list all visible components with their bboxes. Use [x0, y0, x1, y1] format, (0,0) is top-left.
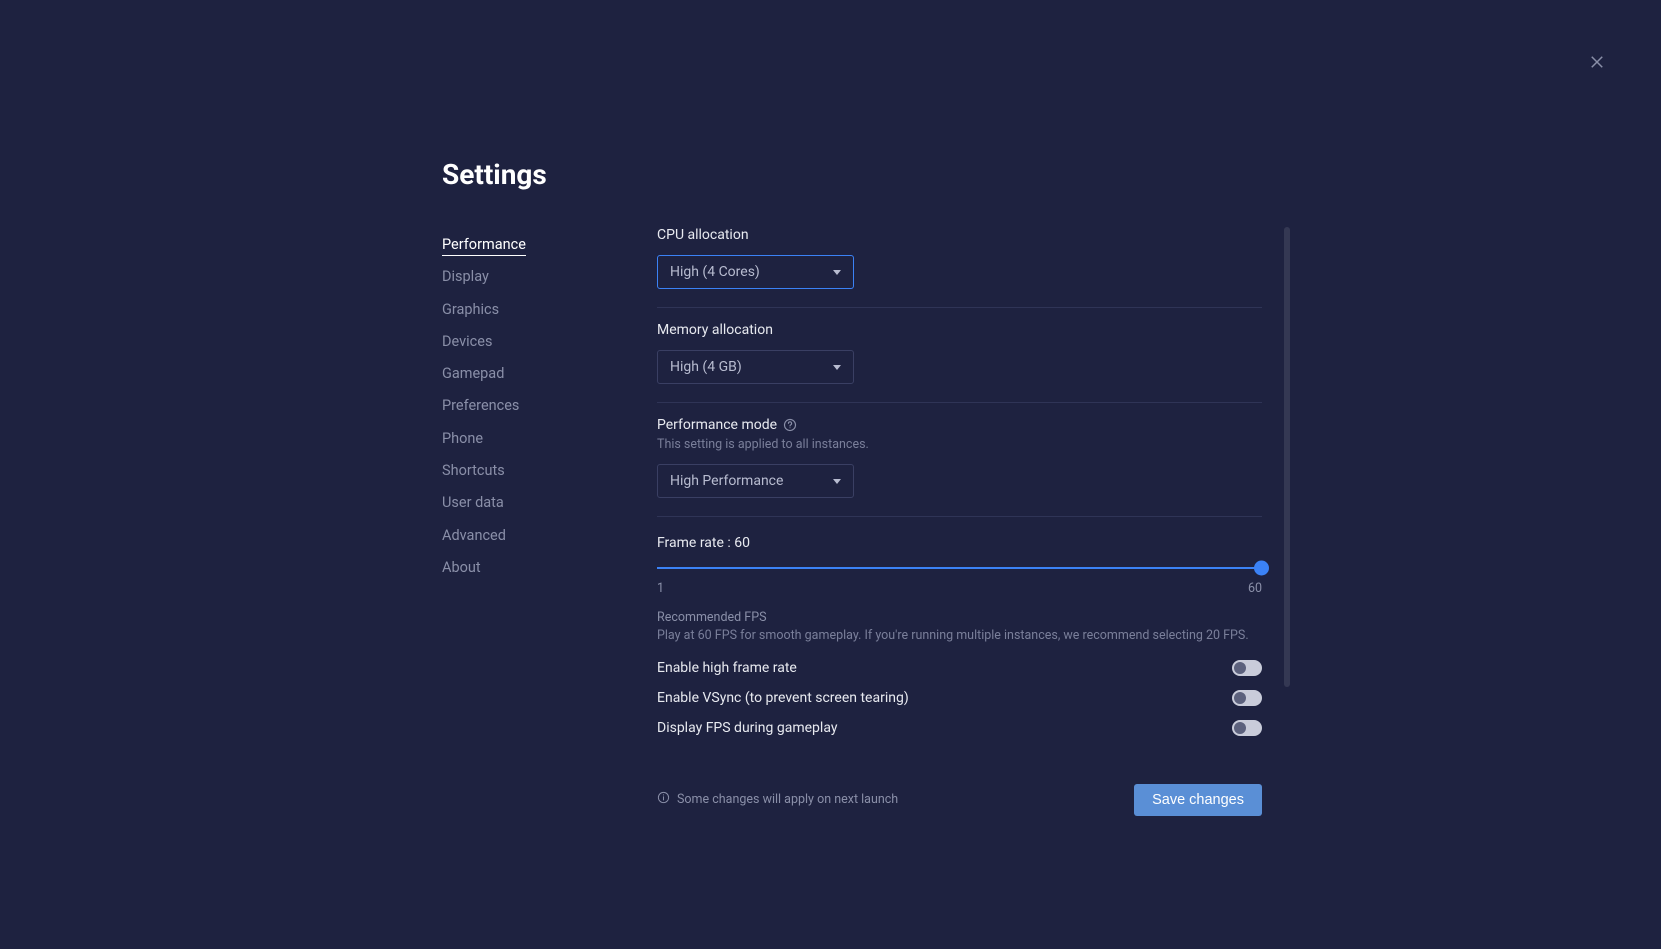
help-icon[interactable]: [783, 418, 797, 432]
cpu-allocation-section: CPU allocation High (4 Cores): [657, 227, 1262, 308]
frame-rate-label-prefix: Frame rate :: [657, 535, 734, 551]
frame-rate-slider[interactable]: [657, 559, 1262, 577]
footer-note: Some changes will apply on next launch: [657, 791, 898, 808]
frame-rate-label: Frame rate : 60: [657, 535, 1262, 551]
memory-allocation-select[interactable]: High (4 GB): [657, 350, 854, 384]
sidebar-item-advanced[interactable]: Advanced: [442, 520, 657, 552]
sidebar-item-about[interactable]: About: [442, 552, 657, 584]
recommended-fps-text: Play at 60 FPS for smooth gameplay. If y…: [657, 627, 1262, 646]
enable-vsync-row: Enable VSync (to prevent screen tearing): [657, 690, 1262, 706]
memory-allocation-value: High (4 GB): [670, 359, 742, 375]
enable-high-frame-rate-label: Enable high frame rate: [657, 660, 797, 676]
enable-vsync-toggle[interactable]: [1232, 690, 1262, 706]
chevron-down-icon: [833, 365, 841, 370]
settings-main: CPU allocation High (4 Cores) Memory all…: [657, 227, 1262, 816]
sidebar-item-label: Display: [442, 268, 489, 285]
sidebar-item-label: Performance: [442, 236, 526, 256]
info-icon: [657, 791, 670, 808]
memory-allocation-section: Memory allocation High (4 GB): [657, 322, 1262, 403]
sidebar-item-label: Gamepad: [442, 365, 504, 382]
enable-vsync-label: Enable VSync (to prevent screen tearing): [657, 690, 909, 706]
page-title: Settings: [442, 158, 1262, 191]
sidebar-item-display[interactable]: Display: [442, 261, 657, 293]
performance-mode-value: High Performance: [670, 473, 783, 489]
sidebar-item-label: Graphics: [442, 301, 499, 318]
frame-rate-value: 60: [734, 535, 750, 551]
sidebar-item-devices[interactable]: Devices: [442, 326, 657, 358]
save-changes-button[interactable]: Save changes: [1134, 784, 1262, 816]
cpu-allocation-select[interactable]: High (4 Cores): [657, 255, 854, 289]
sidebar-item-label: Shortcuts: [442, 462, 505, 479]
sidebar-item-graphics[interactable]: Graphics: [442, 294, 657, 326]
slider-thumb[interactable]: [1254, 561, 1269, 576]
sidebar-item-phone[interactable]: Phone: [442, 423, 657, 455]
sidebar-item-gamepad[interactable]: Gamepad: [442, 358, 657, 390]
frame-rate-max: 60: [1248, 581, 1262, 596]
toggle-knob: [1234, 662, 1246, 674]
cpu-allocation-value: High (4 Cores): [670, 264, 760, 280]
performance-mode-subtext: This setting is applied to all instances…: [657, 437, 1262, 452]
sidebar-item-shortcuts[interactable]: Shortcuts: [442, 455, 657, 487]
sidebar-item-user-data[interactable]: User data: [442, 487, 657, 519]
sidebar-item-label: Preferences: [442, 397, 519, 414]
enable-high-frame-rate-toggle[interactable]: [1232, 660, 1262, 676]
chevron-down-icon: [833, 270, 841, 275]
cpu-allocation-label: CPU allocation: [657, 227, 1262, 243]
settings-sidebar: Performance Display Graphics Devices Gam…: [442, 227, 657, 816]
close-icon: [1588, 53, 1606, 75]
display-fps-row: Display FPS during gameplay: [657, 720, 1262, 736]
display-fps-label: Display FPS during gameplay: [657, 720, 837, 736]
toggle-knob: [1234, 692, 1246, 704]
settings-footer: Some changes will apply on next launch S…: [657, 784, 1262, 816]
performance-mode-label: Performance mode: [657, 417, 1262, 433]
sidebar-item-label: Devices: [442, 333, 492, 350]
performance-mode-select[interactable]: High Performance: [657, 464, 854, 498]
sidebar-item-performance[interactable]: Performance: [442, 229, 657, 261]
close-button[interactable]: [1581, 48, 1613, 80]
recommended-fps-title: Recommended FPS: [657, 610, 1262, 625]
sidebar-item-label: Advanced: [442, 527, 506, 544]
sidebar-item-preferences[interactable]: Preferences: [442, 390, 657, 422]
frame-rate-section: Frame rate : 60 1 60 Recommended FPS Pla…: [657, 531, 1262, 750]
performance-mode-section: Performance mode This setting is applied…: [657, 417, 1262, 517]
recommended-fps-block: Recommended FPS Play at 60 FPS for smoot…: [657, 610, 1262, 646]
sidebar-item-label: Phone: [442, 430, 483, 447]
footer-note-text: Some changes will apply on next launch: [677, 792, 898, 807]
performance-mode-label-text: Performance mode: [657, 417, 777, 433]
frame-rate-min: 1: [657, 581, 664, 596]
display-fps-toggle[interactable]: [1232, 720, 1262, 736]
toggle-knob: [1234, 722, 1246, 734]
enable-high-frame-rate-row: Enable high frame rate: [657, 660, 1262, 676]
sidebar-item-label: User data: [442, 494, 504, 511]
sidebar-item-label: About: [442, 559, 481, 576]
scrollbar[interactable]: [1284, 227, 1290, 687]
chevron-down-icon: [833, 479, 841, 484]
memory-allocation-label: Memory allocation: [657, 322, 1262, 338]
